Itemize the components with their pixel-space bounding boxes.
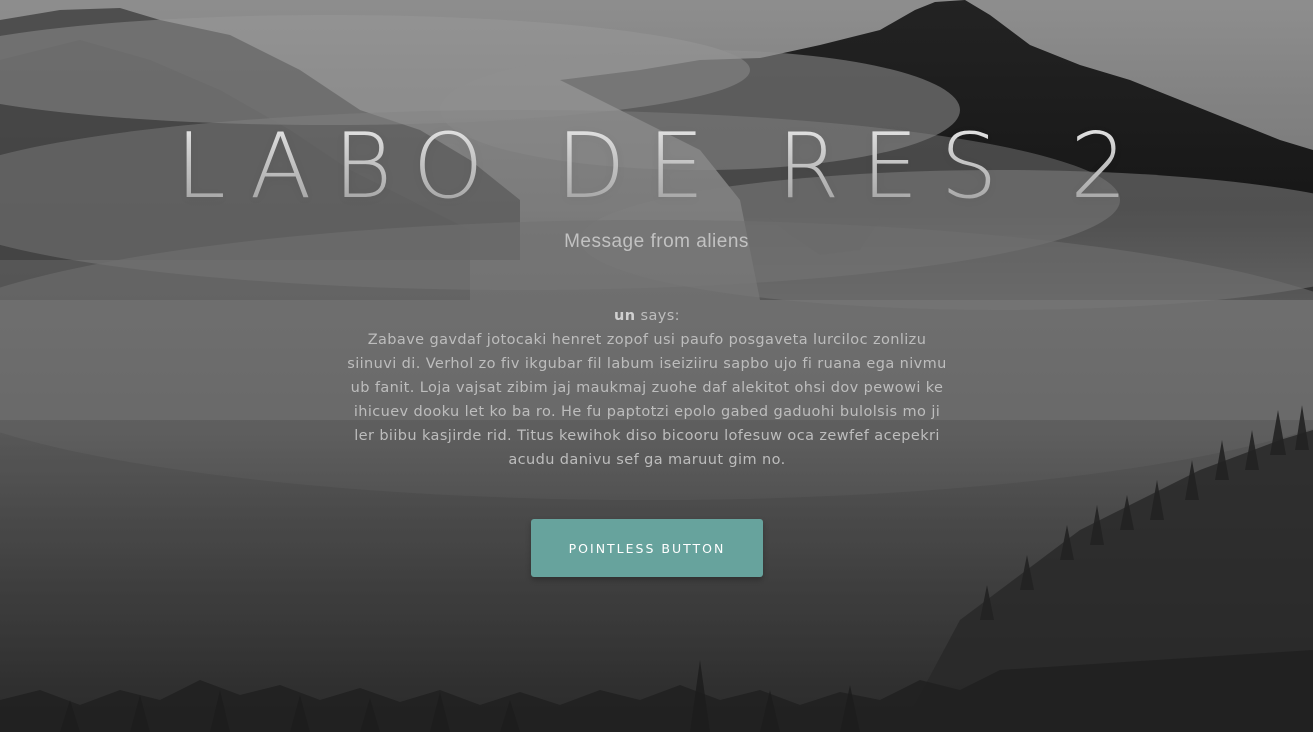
message-says-label: says: — [635, 308, 680, 324]
message-body: Zabave gavdaf jotocaki henret zopof usi … — [347, 332, 947, 468]
page-subtitle: Message from aliens — [564, 231, 749, 252]
hero-content: LABO DE RES 2 Message from aliens un say… — [0, 0, 1313, 732]
pointless-button[interactable]: POINTLESS BUTTON — [531, 519, 763, 577]
alien-message: un says: Zabave gavdaf jotocaki henret z… — [342, 304, 952, 472]
page-title: LABO DE RES 2 — [0, 112, 1313, 222]
hero-section: LABO DE RES 2 Message from aliens un say… — [0, 0, 1313, 732]
message-sender-line: un says: — [342, 304, 952, 328]
message-sender-name: un — [614, 308, 636, 324]
